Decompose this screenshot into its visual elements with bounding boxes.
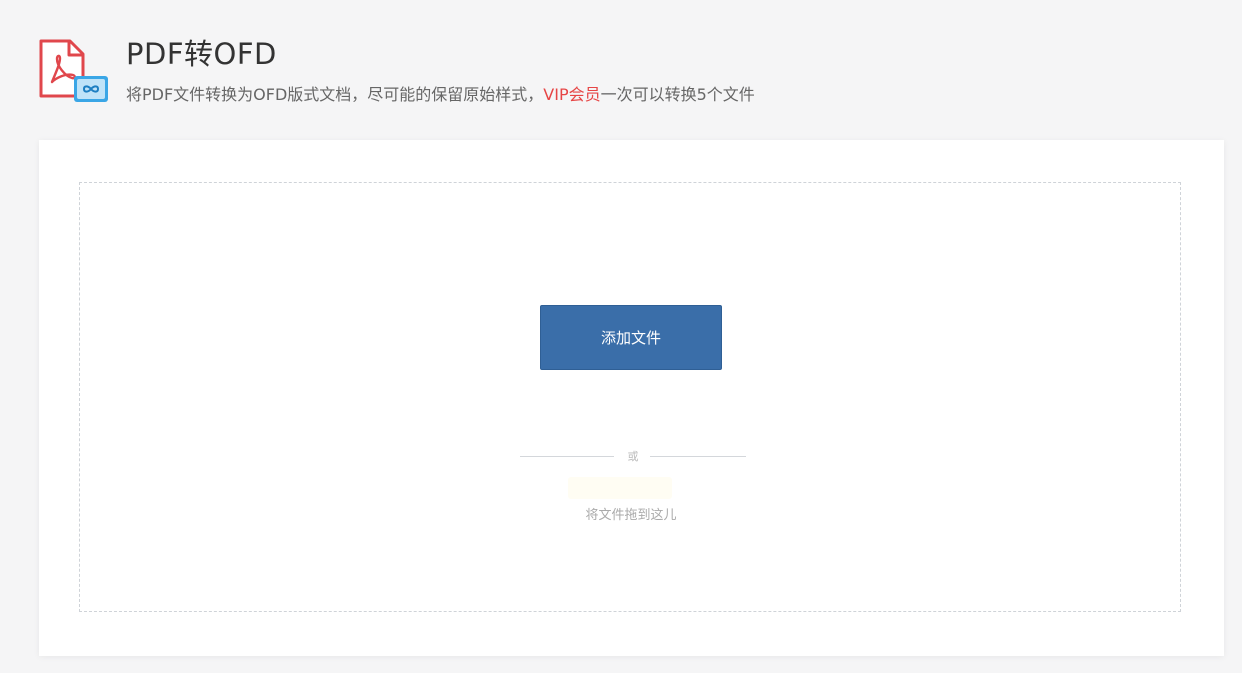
divider-line-right bbox=[650, 456, 746, 457]
page-header: PDF转OFD 将PDF文件转换为OFD版式文档，尽可能的保留原始样式，VIP会… bbox=[0, 0, 1242, 140]
drag-hint-text: 将文件拖到这儿 bbox=[585, 508, 677, 523]
file-dropzone[interactable]: 添加文件 或 将文件拖到这儿 bbox=[79, 182, 1181, 612]
subtitle-text-suffix: 一次可以转换5个文件 bbox=[600, 85, 755, 104]
upload-card: 添加文件 或 将文件拖到这儿 bbox=[39, 140, 1224, 656]
pdf-to-ofd-icon bbox=[38, 38, 112, 106]
page-title: PDF转OFD bbox=[126, 37, 277, 71]
or-text: 或 bbox=[627, 450, 639, 463]
subtitle-text: 将PDF文件转换为OFD版式文档，尽可能的保留原始样式， bbox=[126, 85, 544, 104]
drag-hint-highlight bbox=[568, 477, 672, 499]
or-divider: 或 bbox=[520, 447, 746, 467]
vip-link[interactable]: VIP会员 bbox=[543, 85, 600, 104]
add-file-button[interactable]: 添加文件 bbox=[540, 305, 722, 370]
page-subtitle: 将PDF文件转换为OFD版式文档，尽可能的保留原始样式，VIP会员一次可以转换5… bbox=[126, 84, 755, 106]
